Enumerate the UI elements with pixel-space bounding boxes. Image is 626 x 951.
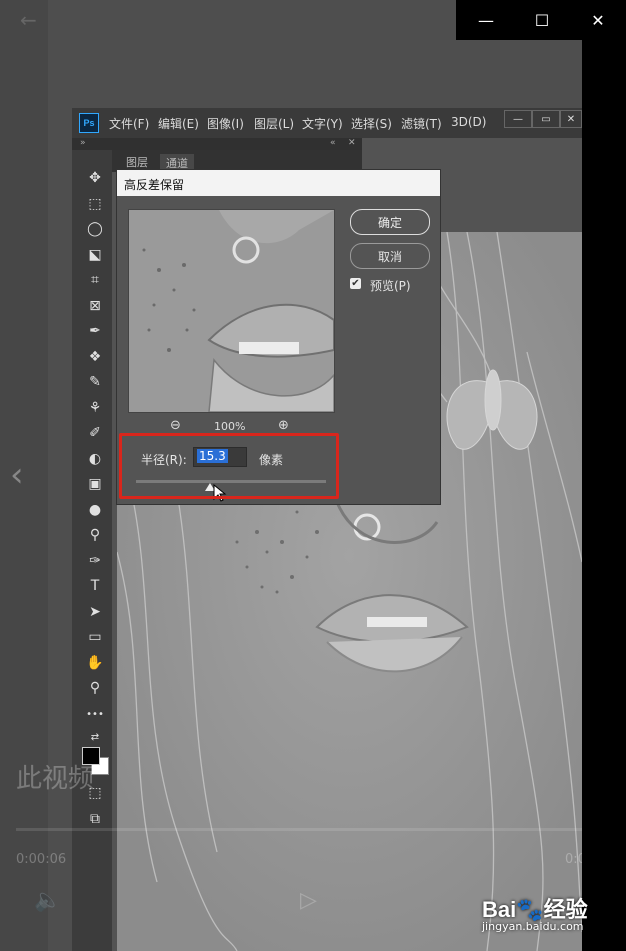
dialog-title: 高反差保留: [124, 178, 185, 192]
menu-3d[interactable]: 3D(D): [451, 115, 486, 129]
foreground-color-swatch[interactable]: [82, 747, 100, 765]
preview-checkbox[interactable]: ✔: [350, 278, 361, 289]
screen-mode-icon[interactable]: ⧉: [80, 808, 110, 830]
ps-close-button[interactable]: ✕: [560, 110, 582, 128]
collapse-icon[interactable]: »: [80, 138, 86, 148]
minimize-button[interactable]: —: [458, 0, 514, 40]
window-titlebar: — ☐ ✕: [456, 0, 626, 40]
play-icon[interactable]: ▷: [300, 888, 317, 913]
panel-header: » « ✕: [72, 138, 362, 150]
hand-tool-icon[interactable]: ✋: [80, 652, 110, 674]
zoom-in-icon[interactable]: ⊕: [278, 418, 289, 433]
clone-stamp-tool-icon[interactable]: ⚘: [80, 397, 110, 419]
tab-layers[interactable]: 图层: [126, 154, 148, 170]
history-brush-tool-icon[interactable]: ✐: [80, 422, 110, 444]
gradient-tool-icon[interactable]: ▣: [80, 473, 110, 495]
menu-layer[interactable]: 图层(L): [254, 115, 294, 132]
zoom-tool-icon[interactable]: ⚲: [80, 677, 110, 699]
video-progress-bar[interactable]: [16, 828, 611, 831]
current-time: 0:00:06: [16, 852, 67, 867]
back-arrow-icon[interactable]: ←: [20, 8, 37, 32]
photoshop-logo-icon: Ps: [79, 113, 99, 133]
move-tool-icon[interactable]: ✥: [80, 167, 110, 189]
panel-menu-icon[interactable]: «: [330, 138, 336, 148]
frame-tool-icon[interactable]: ⊠: [80, 295, 110, 317]
preview-image: [129, 210, 334, 412]
dodge-tool-icon[interactable]: ⚲: [80, 524, 110, 546]
maximize-button[interactable]: ☐: [514, 0, 570, 40]
close-button[interactable]: ✕: [570, 0, 626, 40]
preview-label: 预览(P): [370, 279, 411, 293]
marquee-tool-icon[interactable]: ⬚: [80, 193, 110, 215]
menu-filter[interactable]: 滤镜(T): [401, 115, 442, 132]
panel-tab-bar: [112, 150, 362, 172]
menu-type[interactable]: 文字(Y): [302, 115, 343, 132]
zoom-level: 100%: [214, 420, 246, 433]
menu-file[interactable]: 文件(F): [109, 115, 149, 132]
ok-button[interactable]: 确定: [350, 209, 430, 235]
volume-icon[interactable]: 🔈: [34, 888, 61, 913]
quick-select-tool-icon[interactable]: ⬕: [80, 244, 110, 266]
cancel-button[interactable]: 取消: [350, 243, 430, 269]
brush-tool-icon[interactable]: ✎: [80, 371, 110, 393]
more-tools-icon[interactable]: •••: [80, 703, 110, 725]
zoom-out-icon[interactable]: ⊖: [170, 418, 181, 433]
lasso-tool-icon[interactable]: ◯: [80, 218, 110, 240]
panel-close-icon[interactable]: ✕: [348, 138, 356, 148]
pen-tool-icon[interactable]: ✑: [80, 550, 110, 572]
menu-edit[interactable]: 编辑(E): [158, 115, 199, 132]
path-select-tool-icon[interactable]: ➤: [80, 601, 110, 623]
highlight-annotation-box: [119, 433, 339, 499]
right-black-bar: [582, 40, 626, 951]
menu-image[interactable]: 图像(I): [207, 115, 244, 132]
eyedropper-tool-icon[interactable]: ✒: [80, 320, 110, 342]
preview-thumbnail[interactable]: [128, 209, 335, 413]
swap-colors-icon[interactable]: ⇄: [80, 726, 110, 748]
ps-restore-button[interactable]: ▭: [532, 110, 560, 128]
ps-minimize-button[interactable]: —: [504, 110, 532, 128]
prev-arrow-icon[interactable]: ‹: [10, 455, 24, 495]
crop-tool-icon[interactable]: ⌗: [80, 269, 110, 291]
healing-brush-tool-icon[interactable]: ❖: [80, 346, 110, 368]
menu-select[interactable]: 选择(S): [351, 115, 392, 132]
rectangle-tool-icon[interactable]: ▭: [80, 626, 110, 648]
left-panel-shadow: [0, 0, 48, 951]
baidu-jingyan-url: jingyan.baidu.com: [482, 920, 584, 933]
blur-tool-icon[interactable]: ●: [80, 499, 110, 521]
eraser-tool-icon[interactable]: ◐: [80, 448, 110, 470]
type-tool-icon[interactable]: T: [80, 575, 110, 597]
